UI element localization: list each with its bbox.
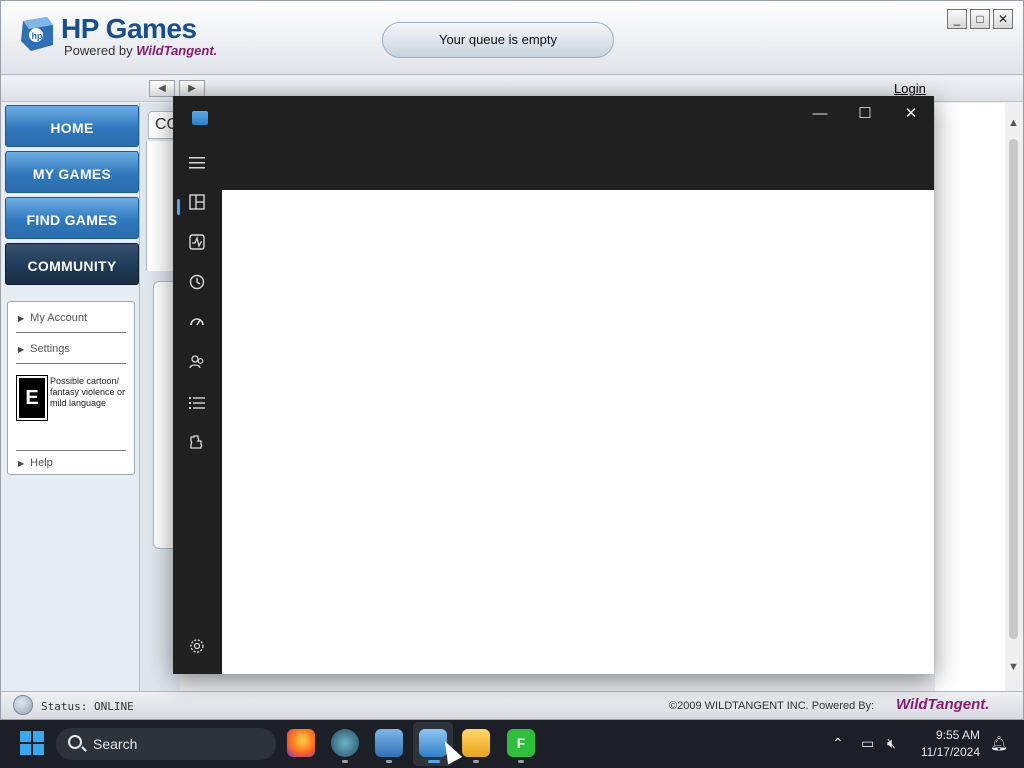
globe-icon [13, 695, 33, 715]
login-link[interactable]: Login [894, 81, 926, 96]
sidebar: HOME MY GAMES FIND GAMES COMMUNITY ▶ My A… [1, 103, 140, 691]
help-label: Help [30, 457, 53, 469]
search-label: Search [93, 736, 138, 752]
performance-icon[interactable] [177, 228, 217, 264]
network-icon[interactable]: ▭ [861, 735, 874, 752]
users-icon[interactable] [177, 348, 217, 384]
menu-icon[interactable] [177, 148, 217, 184]
nav-find-games-button[interactable]: FIND GAMES [5, 197, 139, 239]
nav-my-games-button[interactable]: MY GAMES [5, 151, 139, 193]
nav-home-button[interactable]: HOME [5, 105, 139, 147]
forward-arrow-icon[interactable]: ▶ [179, 80, 205, 97]
esrb-description: Possible cartoon/ fantasy violence or mi… [50, 376, 126, 408]
settings-link[interactable]: ▶ Settings [18, 343, 70, 355]
dark-app-content [222, 190, 934, 674]
powered-prefix: Powered by [64, 43, 133, 58]
help-link[interactable]: ▶ Help [18, 457, 53, 469]
triangle-right-icon: ▶ [18, 345, 25, 354]
divider [16, 332, 126, 333]
close-button[interactable]: ✕ [993, 9, 1013, 29]
running-indicator [473, 760, 479, 763]
windows-start-icon[interactable] [20, 731, 44, 755]
running-indicator [342, 760, 348, 763]
divider [16, 450, 126, 451]
divider [16, 363, 126, 364]
hp-games-icon[interactable] [375, 729, 403, 757]
nav-community-button[interactable]: COMMUNITY [5, 243, 139, 285]
triangle-right-icon: ▶ [18, 459, 25, 468]
vertical-scrollbar[interactable]: ▲ ▼ [1005, 103, 1023, 681]
triangle-right-icon: ▶ [18, 314, 25, 323]
my-account-link[interactable]: ▶ My Account [18, 312, 87, 324]
history-icon[interactable] [177, 268, 217, 304]
details-icon[interactable] [177, 388, 217, 424]
search-icon [68, 735, 82, 749]
f-app-icon[interactable]: F [507, 729, 535, 757]
file-explorer-icon[interactable] [462, 729, 490, 757]
settings-label: Settings [30, 343, 70, 355]
clock-date[interactable]: 11/17/2024 [914, 745, 980, 759]
my-account-label: My Account [30, 312, 88, 324]
maximize-button[interactable]: □ [970, 9, 990, 29]
close-button[interactable]: ✕ [893, 100, 929, 128]
status-bar: Status: ONLINE ©2009 WILDTANGENT INC. Po… [1, 691, 1023, 719]
startup-icon[interactable] [177, 308, 217, 344]
notification-bell-icon[interactable]: 🔔︎ [990, 735, 1008, 752]
settings-icon[interactable] [177, 632, 217, 668]
minimize-button[interactable]: — [802, 100, 838, 128]
services-icon[interactable] [177, 428, 217, 464]
overview-icon[interactable] [177, 188, 217, 224]
firefox-icon[interactable] [287, 729, 315, 757]
app-icon [192, 111, 208, 125]
taskbar-search[interactable]: Search [56, 728, 276, 760]
dark-app-window: — ☐ ✕ [173, 96, 934, 674]
queue-status-pill[interactable]: Your queue is empty [382, 22, 614, 58]
active-indicator [428, 760, 440, 763]
volume-muted-icon[interactable]: 🔇︎ [887, 735, 896, 752]
n-app-icon[interactable] [331, 729, 359, 757]
wildtangent-logo[interactable]: WildTangent. [896, 696, 989, 713]
copyright-text: ©2009 WILDTANGENT INC. Powered By: [669, 700, 875, 712]
scroll-down-icon[interactable]: ▼ [1008, 661, 1019, 673]
hp-games-logo-icon: hp [19, 15, 55, 53]
powered-by-text: Powered by WildTangent. [64, 43, 217, 58]
app-title: HP Games [61, 13, 197, 44]
scroll-thumb[interactable] [1009, 139, 1018, 639]
minimize-button[interactable]: _ [947, 9, 967, 29]
chevron-up-icon[interactable]: ⌃ [832, 735, 844, 752]
running-indicator [518, 760, 524, 763]
clock-time[interactable]: 9:55 AM [914, 728, 980, 742]
scroll-up-icon[interactable]: ▲ [1008, 117, 1019, 129]
taskbar: Search F ⌃ ▭ 🔇︎ 9:55 AM 11/17/2024 🔔︎ [0, 720, 1024, 768]
hp-header: hp HP Games Powered by WildTangent. Your… [1, 1, 1023, 75]
maximize-button[interactable]: ☐ [847, 100, 883, 128]
account-panel: ▶ My Account ▶ Settings E Possible cartoon… [7, 301, 135, 475]
content-right-area [935, 103, 1005, 691]
svg-text:hp: hp [32, 31, 43, 41]
running-indicator [386, 760, 392, 763]
status-text: Status: ONLINE [41, 700, 134, 713]
powered-brand: WildTangent. [136, 43, 218, 58]
esrb-rating-icon: E [16, 375, 48, 421]
back-arrow-icon[interactable]: ◀ [149, 80, 175, 97]
